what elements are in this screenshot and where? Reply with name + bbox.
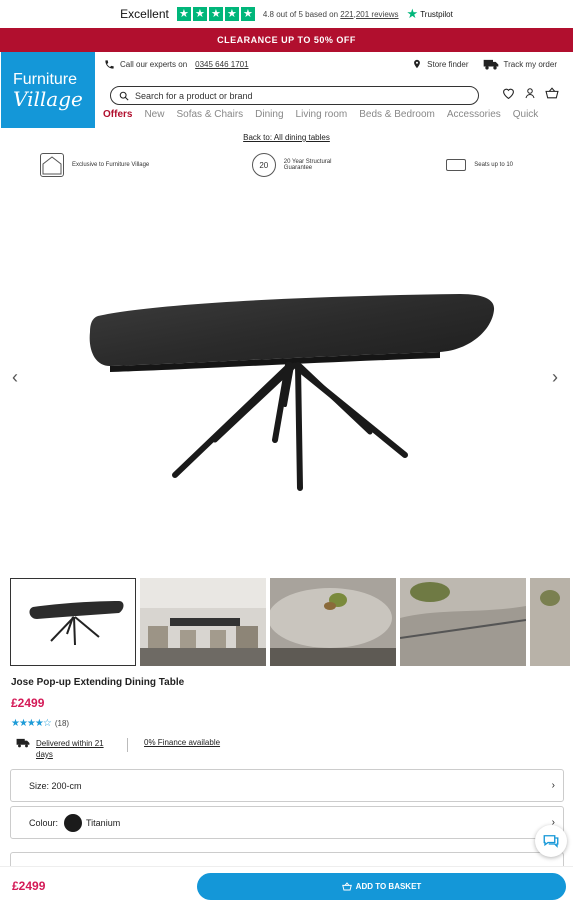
nav-item-accessories[interactable]: Accessories [447, 109, 501, 120]
store-finder-label: Store finder [427, 59, 469, 69]
colour-label: Colour: [29, 817, 59, 828]
trustpilot-rating: 4.8 out of 5 based on 221,201 reviews [263, 10, 399, 19]
delivery-finance-row: Delivered within 21 days 0% Finance avai… [16, 738, 220, 760]
guarantee-20-icon: 20 [251, 153, 276, 177]
colour-selector[interactable]: Colour: Titanium › [10, 806, 564, 839]
basket-icon[interactable] [545, 87, 559, 99]
product-price: £2499 [11, 696, 45, 710]
clearance-banner[interactable]: CLEARANCE UP TO 50% OFF [0, 28, 573, 52]
chevron-right-icon: › [551, 780, 555, 791]
store-finder-link[interactable]: Store finder [412, 58, 469, 70]
basket-icon [341, 882, 352, 891]
logo-line2: Village [13, 86, 83, 111]
feature-guarantee-text: 20 Year Structural Guarantee [283, 159, 332, 171]
search-input[interactable] [135, 90, 435, 101]
feature-exclusive: Exclusive to Furniture Village [40, 153, 149, 177]
search-box[interactable] [110, 86, 479, 105]
phone-number[interactable]: 0345 646 1701 [195, 60, 248, 69]
colour-value: Titanium [86, 817, 121, 828]
reviews-link[interactable]: 221,201 reviews [340, 10, 398, 19]
track-order-label: Track my order [503, 59, 558, 69]
nav-item-sofas-chairs[interactable]: Sofas & Chairs [176, 109, 243, 120]
trustpilot-bar: Excellent ★ ★ ★ ★ ★ 4.8 out of 5 based o… [0, 0, 573, 28]
nav-item-dining[interactable]: Dining [255, 109, 283, 120]
thumbnail-strip [10, 578, 570, 666]
call-text: Call our experts on [120, 59, 188, 69]
delivery-link[interactable]: Delivered within 21 days [36, 738, 111, 760]
star-icon: ★ [224, 7, 239, 21]
truck-icon [483, 59, 498, 69]
location-pin-icon [414, 59, 421, 69]
trustpilot-brand: ★ Trustpilot [407, 6, 453, 22]
utility-bar: Call our experts on 0345 646 1701 Store … [104, 52, 573, 76]
size-selector[interactable]: Size: 200-cm › [10, 769, 564, 802]
product-name: Jose Pop-up Extending Dining Table [11, 677, 185, 688]
table-seats-icon [446, 159, 467, 171]
header-icons [502, 87, 559, 99]
sticky-price: £2499 [12, 879, 46, 893]
account-icon[interactable] [524, 87, 536, 99]
heart-icon[interactable] [502, 87, 515, 99]
add-to-basket-button[interactable]: ADD TO BASKET [197, 873, 566, 900]
feature-guarantee: 20 20 Year Structural Guarantee [251, 153, 344, 177]
breadcrumb-back-link[interactable]: Back to: All dining tables [0, 133, 573, 142]
star-icon: ★ [192, 7, 207, 21]
trustpilot-star-icon: ★ [406, 6, 419, 21]
feature-exclusive-text: Exclusive to Furniture Village [72, 162, 150, 168]
divider [127, 738, 128, 752]
phone-icon [105, 59, 114, 69]
track-order-link[interactable]: Track my order [483, 59, 558, 70]
logo-line1: Furniture [13, 70, 78, 88]
chevron-right-icon[interactable]: › [552, 367, 558, 388]
trustpilot-name: Trustpilot [420, 9, 453, 19]
thumbnail-4[interactable] [400, 578, 526, 666]
main-nav: Offers New Sofas & Chairs Dining Living … [103, 109, 573, 120]
furniture-village-house-icon [40, 153, 64, 177]
review-summary[interactable]: ★★★★☆ (18) [11, 718, 69, 729]
review-count: (18) [54, 719, 70, 728]
thumbnail-3[interactable] [270, 578, 396, 666]
search-icon [119, 91, 129, 101]
thumbnail-1[interactable] [10, 578, 136, 666]
add-to-basket-label: ADD TO BASKET [355, 882, 422, 891]
clearance-text: CLEARANCE UP TO 50% OFF [217, 35, 356, 45]
nav-item-new[interactable]: New [144, 109, 164, 120]
star-icon: ★ [176, 7, 191, 21]
rating-text: 4.8 out of 5 based on [262, 9, 339, 19]
nav-item-quick[interactable]: Quick [513, 109, 539, 120]
thumbnail-5[interactable] [530, 578, 570, 666]
phone-contact[interactable]: Call our experts on 0345 646 1701 [104, 59, 249, 70]
size-label: Size: 200-cm [29, 780, 82, 791]
rating-stars-icon: ★★★★☆ [11, 718, 52, 729]
feature-seats: Seats up to 10 [446, 159, 513, 171]
trustpilot-label: Excellent [120, 7, 169, 21]
logo[interactable]: Furniture Village [1, 52, 95, 128]
feature-strip: Exclusive to Furniture Village 20 20 Yea… [0, 150, 573, 180]
nav-item-living-room[interactable]: Living room [296, 109, 348, 120]
nav-item-offers[interactable]: Offers [103, 109, 132, 120]
feature-seats-text: Seats up to 10 [474, 162, 513, 168]
trustpilot-stars: ★ ★ ★ ★ ★ [176, 7, 255, 21]
sticky-add-bar: £2499 ADD TO BASKET [0, 866, 573, 907]
finance-link[interactable]: 0% Finance available [144, 738, 220, 747]
chevron-left-icon[interactable]: ‹ [12, 367, 18, 388]
chat-icon[interactable] [535, 825, 567, 857]
star-icon: ★ [240, 7, 255, 21]
site-header: Furniture Village Call our experts on 03… [0, 52, 573, 128]
colour-swatch [64, 813, 83, 832]
product-hero-image[interactable] [0, 200, 573, 570]
thumbnail-2[interactable] [140, 578, 266, 666]
nav-item-beds-bedroom[interactable]: Beds & Bedroom [359, 109, 435, 120]
delivery-truck-icon [16, 738, 30, 748]
guarantee-badge-number: 20 [259, 160, 269, 170]
star-icon: ★ [208, 7, 223, 21]
